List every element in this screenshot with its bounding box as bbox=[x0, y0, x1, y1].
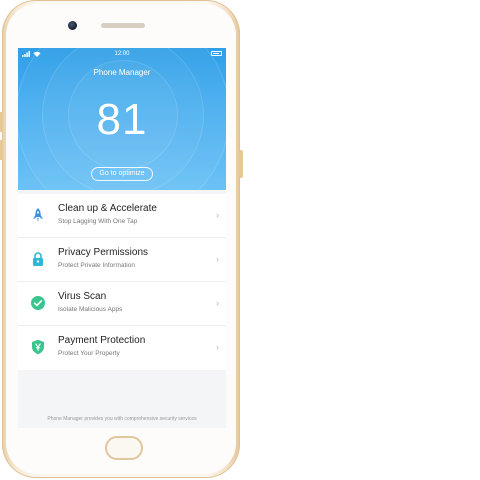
chevron-right-icon: › bbox=[216, 210, 219, 220]
feature-list: Clean up & Accelerate Stop Lagging With … bbox=[18, 194, 226, 370]
item-title: Virus Scan bbox=[58, 291, 107, 302]
chevron-right-icon: › bbox=[216, 342, 219, 352]
lock-icon bbox=[33, 252, 43, 266]
volume-up-button bbox=[0, 112, 3, 132]
page: 12:00 Phone Manager 81 Go to optimize Cl… bbox=[0, 0, 480, 480]
list-item-payment[interactable]: Payment Protection Protect Your Property… bbox=[18, 326, 226, 370]
item-subtitle: Protect Private Information bbox=[58, 262, 135, 269]
battery-icon bbox=[211, 51, 222, 56]
list-item-virus-scan[interactable]: Virus Scan Isolate Malicious Apps › bbox=[18, 282, 226, 326]
item-title: Privacy Permissions bbox=[58, 247, 149, 258]
status-time: 12:00 bbox=[114, 51, 130, 57]
rocket-icon bbox=[33, 208, 43, 222]
status-bar: 12:00 bbox=[18, 50, 226, 60]
item-title: Clean up & Accelerate bbox=[58, 203, 157, 214]
earpiece bbox=[101, 23, 145, 28]
virus-scan-icon bbox=[31, 296, 45, 310]
optimize-button[interactable]: Go to optimize bbox=[91, 167, 153, 181]
security-score: 81 bbox=[96, 95, 148, 144]
home-button[interactable] bbox=[105, 436, 143, 460]
item-subtitle: Protect Your Property bbox=[58, 350, 120, 357]
item-subtitle: Isolate Malicious Apps bbox=[58, 306, 123, 313]
shield-yen-icon bbox=[32, 339, 44, 355]
power-button bbox=[239, 150, 243, 178]
status-right bbox=[211, 51, 222, 56]
front-camera-icon bbox=[68, 21, 77, 30]
footer-note: Phone Manager provides you with comprehe… bbox=[47, 416, 197, 422]
volume-down-button bbox=[0, 140, 3, 160]
item-subtitle: Stop Lagging With One Tap bbox=[58, 218, 138, 225]
chevron-right-icon: › bbox=[216, 254, 219, 264]
score-panel: 12:00 Phone Manager 81 Go to optimize bbox=[18, 48, 226, 190]
item-title: Payment Protection bbox=[58, 335, 146, 346]
list-item-clean-up[interactable]: Clean up & Accelerate Stop Lagging With … bbox=[18, 194, 226, 238]
screen: 12:00 Phone Manager 81 Go to optimize Cl… bbox=[18, 48, 226, 428]
page-title: Phone Manager bbox=[93, 68, 151, 77]
list-item-privacy[interactable]: Privacy Permissions Protect Private Info… bbox=[18, 238, 226, 282]
chevron-right-icon: › bbox=[216, 298, 219, 308]
